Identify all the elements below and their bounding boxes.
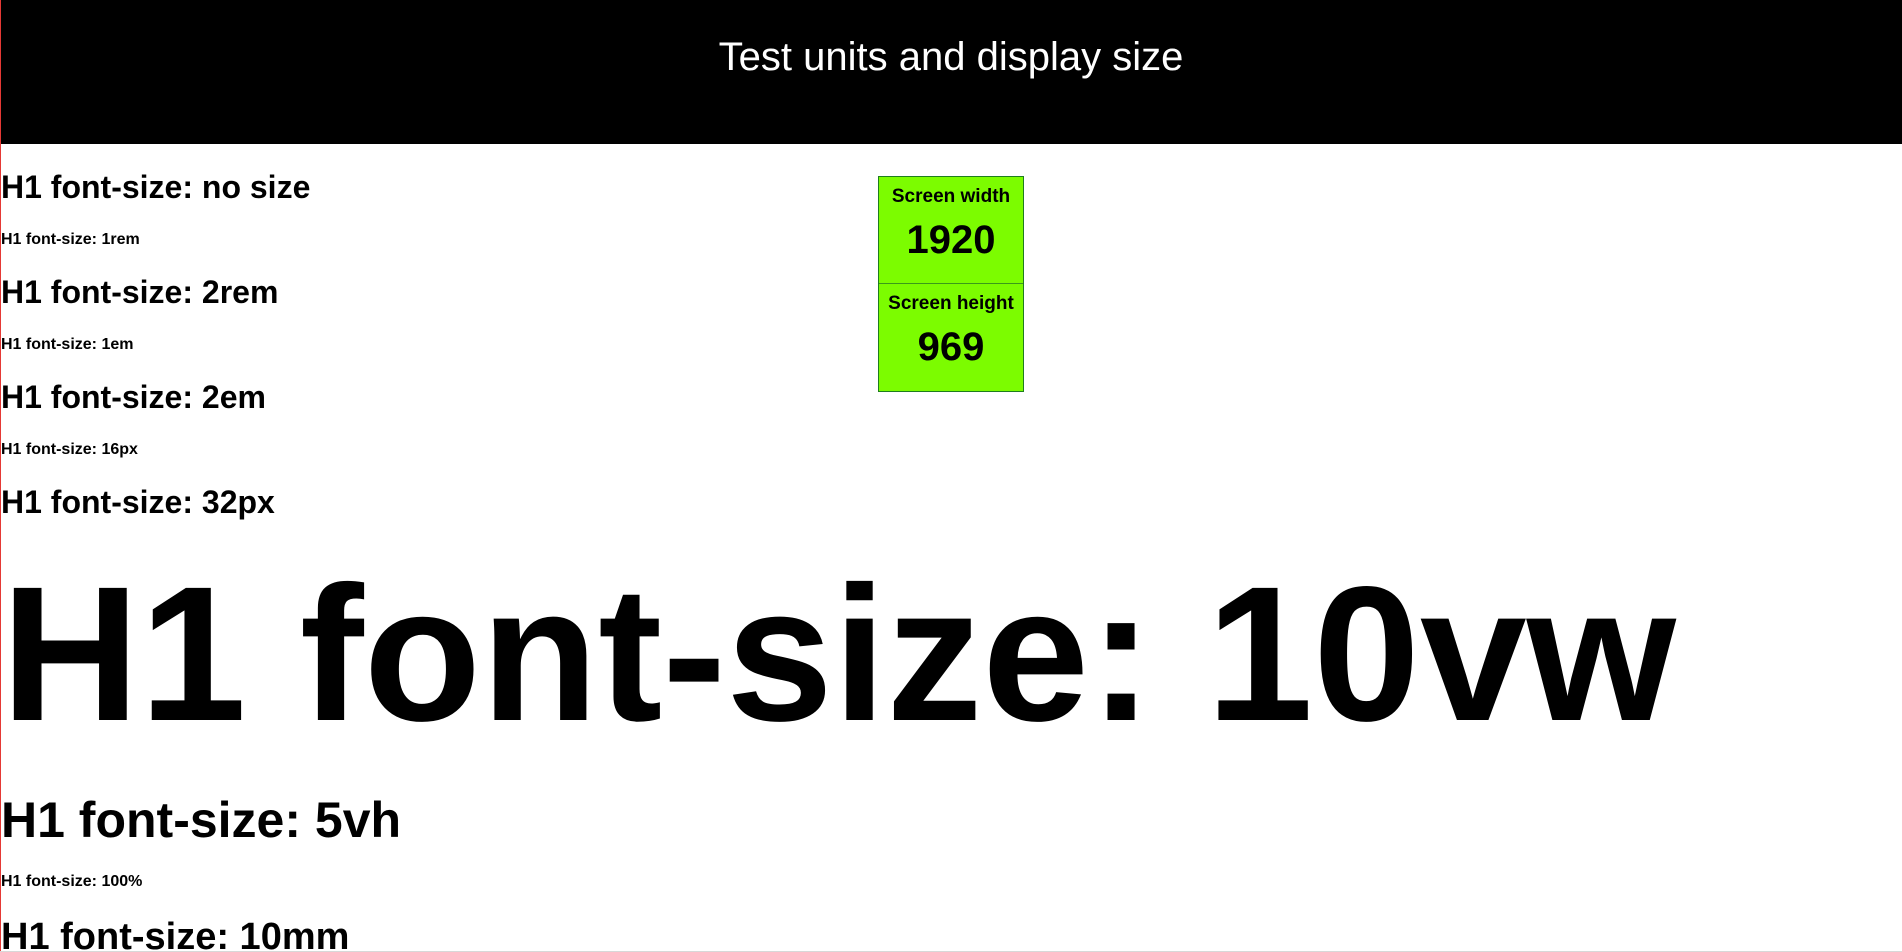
heading-1em: H1 font-size: 1em [1,336,134,353]
screen-width-label: Screen width [891,186,1011,207]
page-title: Test units and display size [718,34,1184,79]
heading-5vh: H1 font-size: 5vh [1,792,402,848]
screen-width-cell: Screen width 1920 [879,177,1023,284]
screen-height-cell: Screen height 969 [879,284,1023,391]
screen-height-value: 969 [917,324,985,369]
heading-1rem: H1 font-size: 1rem [1,231,140,248]
heading-100-percent: H1 font-size: 100% [1,873,143,890]
screen-width-value: 1920 [906,217,996,262]
heading-16px: H1 font-size: 16px [1,441,138,458]
heading-10vw: H1 font-size: 10vw [1,546,1677,761]
page-header: Test units and display size [0,0,1902,144]
heading-2em: H1 font-size: 2em [1,379,266,415]
heading-32px: H1 font-size: 32px [1,484,275,520]
screen-size-panel: Screen width 1920 Screen height 969 [878,176,1024,392]
heading-no-size: H1 font-size: no size [1,169,311,205]
heading-10mm: H1 font-size: 10mm [1,916,350,952]
heading-2rem: H1 font-size: 2rem [1,274,279,310]
screen-height-label: Screen height [888,293,1014,314]
page-left-border [0,0,1,952]
